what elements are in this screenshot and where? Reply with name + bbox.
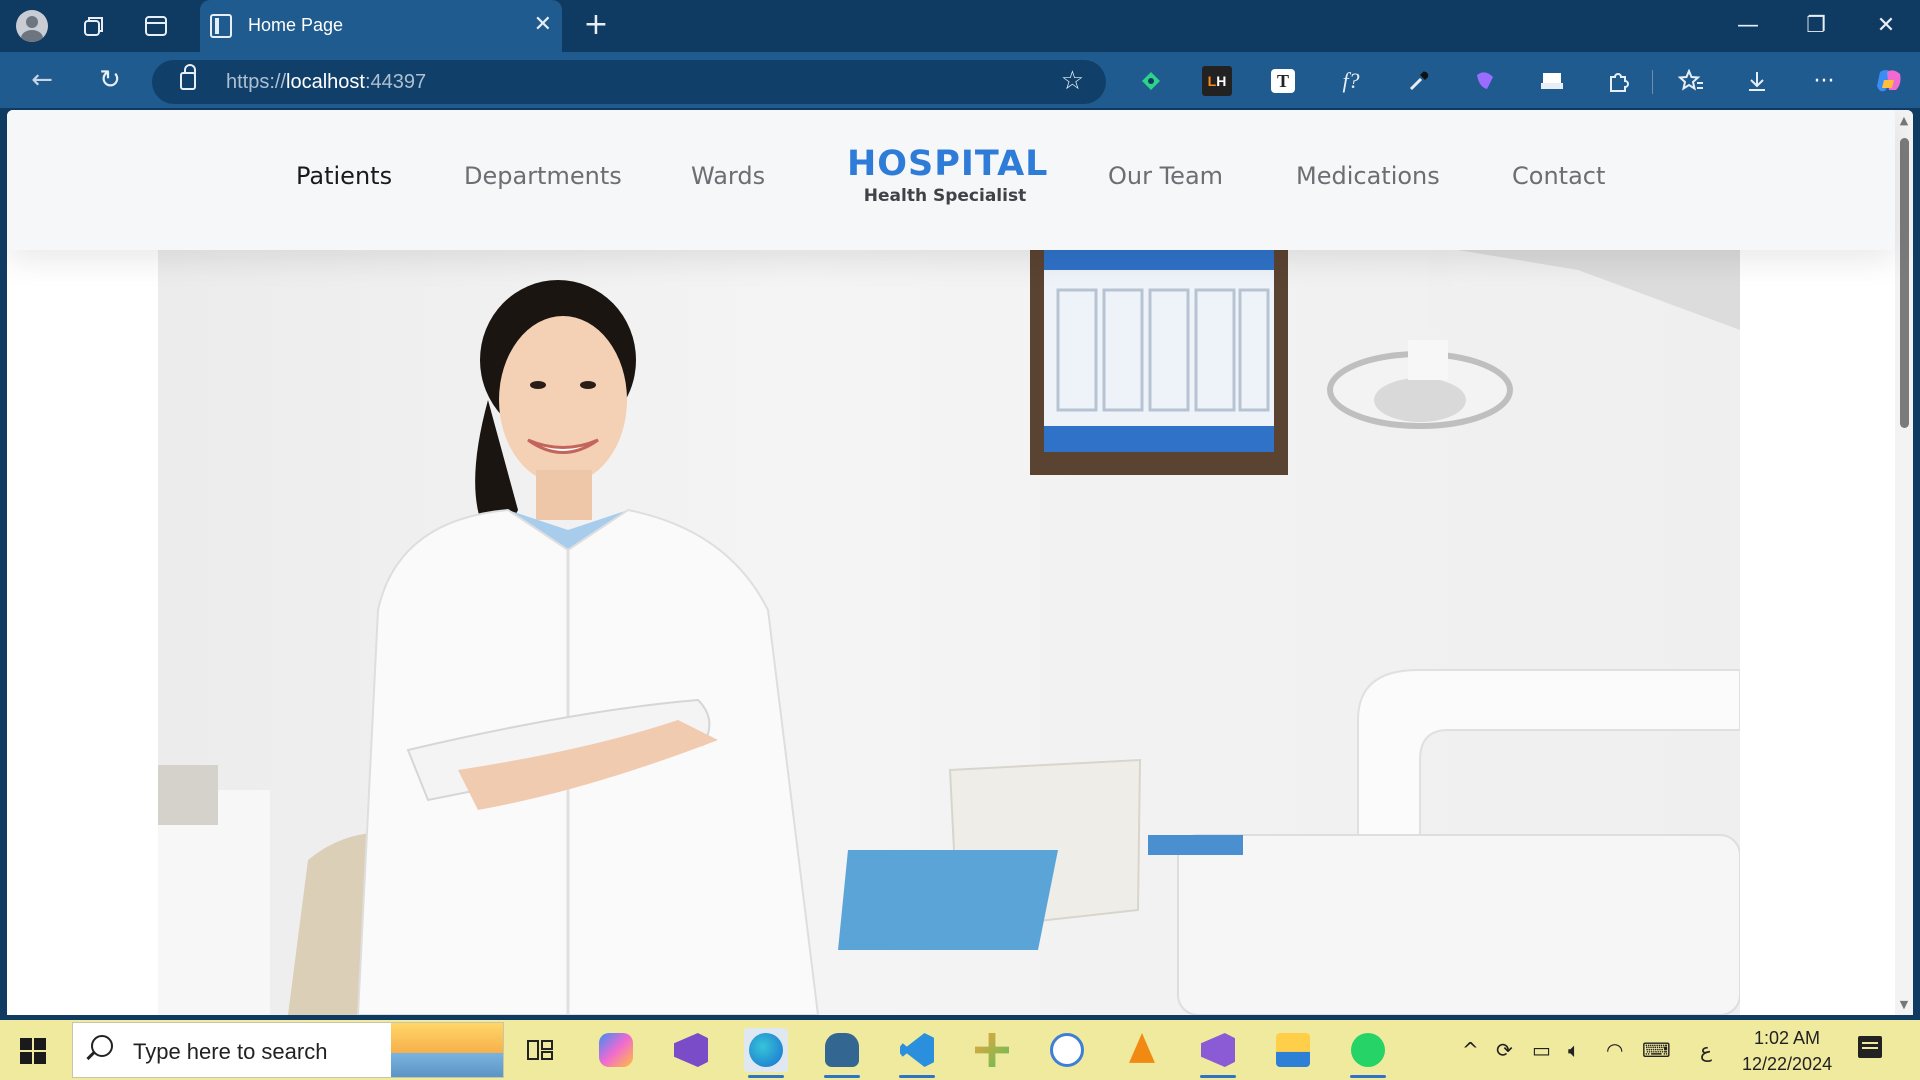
lock-icon[interactable] — [180, 64, 196, 90]
wifi-icon[interactable]: ◠ — [1606, 1038, 1623, 1062]
eyedropper-icon[interactable] — [1404, 66, 1434, 96]
web-page-viewport: Patients Departments Wards HOSPITAL Heal… — [7, 110, 1913, 1015]
favorites-icon[interactable] — [1676, 66, 1706, 96]
battery-icon[interactable]: ▭ — [1532, 1038, 1551, 1062]
taskbar-search-box[interactable]: Type here to search — [72, 1022, 504, 1078]
input-language-indicator[interactable]: ع — [1700, 1038, 1712, 1062]
profile-avatar-icon[interactable] — [14, 8, 50, 44]
site-header: Patients Departments Wards HOSPITAL Heal… — [7, 110, 1895, 250]
notification-center-icon[interactable] — [1858, 1036, 1882, 1058]
new-tab-plus-icon[interactable]: + — [578, 8, 614, 44]
extension-green-diamond-icon[interactable] — [1136, 66, 1166, 96]
search-placeholder: Type here to search — [133, 1039, 328, 1064]
extension-t-icon[interactable]: T — [1271, 69, 1295, 93]
touch-keyboard-icon[interactable]: ⌨ — [1642, 1038, 1671, 1062]
page-favicon-icon — [210, 14, 232, 38]
favorite-star-icon[interactable]: ☆ — [1061, 66, 1084, 96]
task-view-icon[interactable] — [518, 1028, 562, 1072]
nav-link-departments[interactable]: Departments — [464, 162, 622, 190]
refresh-icon[interactable]: ↻ — [92, 62, 128, 98]
hero-image-doctor — [158, 250, 1740, 1015]
clock-time: 1:02 AM — [1753, 1028, 1821, 1048]
visual-studio-icon[interactable] — [669, 1028, 713, 1072]
downloads-icon[interactable] — [1742, 66, 1772, 96]
browser-tab-active[interactable]: Home Page ✕ — [200, 0, 562, 52]
scroll-down-arrow-icon[interactable]: ▼ — [1898, 998, 1910, 1011]
vlc-player-icon[interactable] — [1120, 1028, 1164, 1072]
extensions-puzzle-icon[interactable] — [1603, 66, 1633, 96]
tab-title: Home Page — [248, 15, 344, 35]
brand-tagline: Health Specialist — [863, 186, 1027, 206]
file-explorer-icon[interactable] — [1271, 1028, 1315, 1072]
site-brand-logo[interactable]: HOSPITAL Health Specialist — [847, 144, 1049, 206]
extension-cast-icon[interactable] — [1537, 66, 1567, 96]
extension-font-icon[interactable]: f? — [1336, 66, 1366, 96]
visual-studio-preview-icon[interactable] — [1196, 1028, 1240, 1078]
extension-purple-icon[interactable] — [1470, 66, 1500, 96]
extension-lh-icon[interactable]: LH — [1202, 66, 1232, 96]
copilot-app-icon[interactable] — [594, 1028, 638, 1072]
tray-sync-icon[interactable]: ⟳ — [1496, 1038, 1513, 1062]
postgresql-icon[interactable] — [820, 1028, 864, 1078]
search-icon — [91, 1035, 113, 1057]
windows-taskbar: Type here to search ^ ⟳ ▭ 🔈︎ ◠ ⌨ ع 1:02 … — [0, 1020, 1920, 1080]
nav-link-patients[interactable]: Patients — [296, 162, 392, 190]
scroll-up-arrow-icon[interactable]: ▲ — [1898, 114, 1910, 127]
snipping-tool-icon[interactable] — [970, 1028, 1014, 1072]
url-scheme: https:// — [226, 71, 287, 93]
volume-icon[interactable]: 🔈︎ — [1568, 1038, 1580, 1062]
browser-title-bar: Home Page ✕ + — ❐ ✕ — [0, 0, 1920, 52]
close-tab-icon[interactable]: ✕ — [534, 12, 552, 37]
more-options-icon[interactable]: ··· — [1809, 66, 1839, 96]
vertical-tabs-icon[interactable] — [138, 8, 174, 44]
brand-name: HOSPITAL — [847, 144, 1049, 184]
browser-toolbar: ← ↻ https://localhost:44397 ☆ LH T f? ··… — [0, 52, 1920, 108]
android-studio-icon[interactable] — [1045, 1028, 1089, 1072]
whatsapp-icon[interactable] — [1346, 1028, 1390, 1078]
restore-icon[interactable]: ❐ — [1796, 10, 1836, 42]
url-text[interactable]: https://localhost:44397 — [226, 71, 426, 94]
nav-link-wards[interactable]: Wards — [691, 162, 765, 190]
vscode-icon[interactable] — [895, 1028, 939, 1078]
minimize-icon[interactable]: — — [1728, 10, 1768, 42]
hero-illustration — [158, 250, 1740, 1015]
nav-link-medications[interactable]: Medications — [1296, 162, 1440, 190]
show-hidden-icons-chevron-icon[interactable]: ^ — [1462, 1038, 1479, 1062]
address-bar[interactable]: https://localhost:44397 ☆ — [152, 60, 1106, 104]
url-host: localhost — [286, 71, 365, 93]
taskbar-clock[interactable]: 1:02 AM 12/22/2024 — [1742, 1025, 1832, 1077]
windows-start-icon[interactable] — [20, 1038, 46, 1064]
scrollbar-thumb[interactable] — [1900, 138, 1909, 428]
url-port: :44397 — [364, 71, 427, 93]
nav-link-contact[interactable]: Contact — [1512, 162, 1605, 190]
toolbar-separator — [1652, 70, 1653, 94]
clock-date: 12/22/2024 — [1742, 1054, 1833, 1074]
workspaces-icon[interactable] — [76, 8, 112, 44]
search-highlight-image — [391, 1023, 503, 1077]
copilot-icon[interactable] — [1874, 66, 1904, 96]
nav-link-our-team[interactable]: Our Team — [1108, 162, 1223, 190]
back-arrow-icon[interactable]: ← — [24, 62, 60, 98]
page-scrollbar[interactable]: ▲ ▼ — [1895, 110, 1913, 1015]
edge-browser-icon[interactable] — [744, 1028, 788, 1078]
close-window-icon[interactable]: ✕ — [1866, 10, 1906, 42]
